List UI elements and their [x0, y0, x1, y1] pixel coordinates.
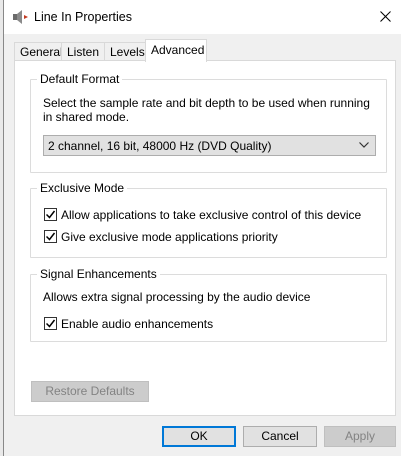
exclusive-priority-checkbox[interactable]: [44, 230, 57, 243]
tab-advanced[interactable]: Advanced: [145, 39, 207, 62]
default-format-description-line2: in shared mode.: [43, 110, 130, 124]
checkmark-icon: [46, 210, 55, 219]
title-bar: Line In Properties: [4, 0, 401, 34]
tab-levels[interactable]: Levels: [104, 42, 151, 60]
exclusive-control-checkbox[interactable]: [44, 208, 57, 221]
signal-enhancements-group: Signal Enhancements Allows extra signal …: [30, 267, 387, 342]
properties-dialog: Line In Properties General Listen Levels…: [3, 0, 401, 456]
speaker-icon: [13, 10, 28, 24]
ok-button[interactable]: OK: [162, 426, 236, 447]
default-format-legend: Default Format: [37, 72, 123, 86]
default-format-description-line1: Select the sample rate and bit depth to …: [43, 96, 370, 110]
sample-rate-value: 2 channel, 16 bit, 48000 Hz (DVD Quality…: [48, 139, 272, 153]
exclusive-priority-label[interactable]: Give exclusive mode applications priorit…: [61, 230, 278, 245]
tab-listen[interactable]: Listen: [61, 42, 106, 60]
close-icon: [380, 11, 391, 22]
default-format-group: Default Format Select the sample rate an…: [30, 72, 387, 173]
close-button[interactable]: [369, 0, 401, 32]
audio-enhancements-label[interactable]: Enable audio enhancements: [61, 317, 213, 332]
signal-enhancements-description: Allows extra signal processing by the au…: [43, 290, 311, 304]
exclusive-control-label[interactable]: Allow applications to take exclusive con…: [61, 208, 361, 223]
cancel-button[interactable]: Cancel: [243, 426, 317, 447]
checkmark-icon: [46, 319, 55, 328]
chevron-down-icon: [359, 142, 369, 148]
window-title: Line In Properties: [34, 10, 132, 24]
audio-enhancements-checkbox[interactable]: [44, 317, 57, 330]
signal-enhancements-legend: Signal Enhancements: [37, 267, 160, 281]
exclusive-mode-group: Exclusive Mode Allow applications to tak…: [30, 181, 387, 258]
tab-panel-advanced: Default Format Select the sample rate an…: [14, 60, 396, 416]
restore-defaults-button[interactable]: Restore Defaults: [31, 381, 149, 402]
checkmark-icon: [46, 232, 55, 241]
apply-button[interactable]: Apply: [324, 426, 396, 447]
sample-rate-dropdown[interactable]: 2 channel, 16 bit, 48000 Hz (DVD Quality…: [43, 135, 376, 156]
exclusive-mode-legend: Exclusive Mode: [37, 181, 128, 195]
